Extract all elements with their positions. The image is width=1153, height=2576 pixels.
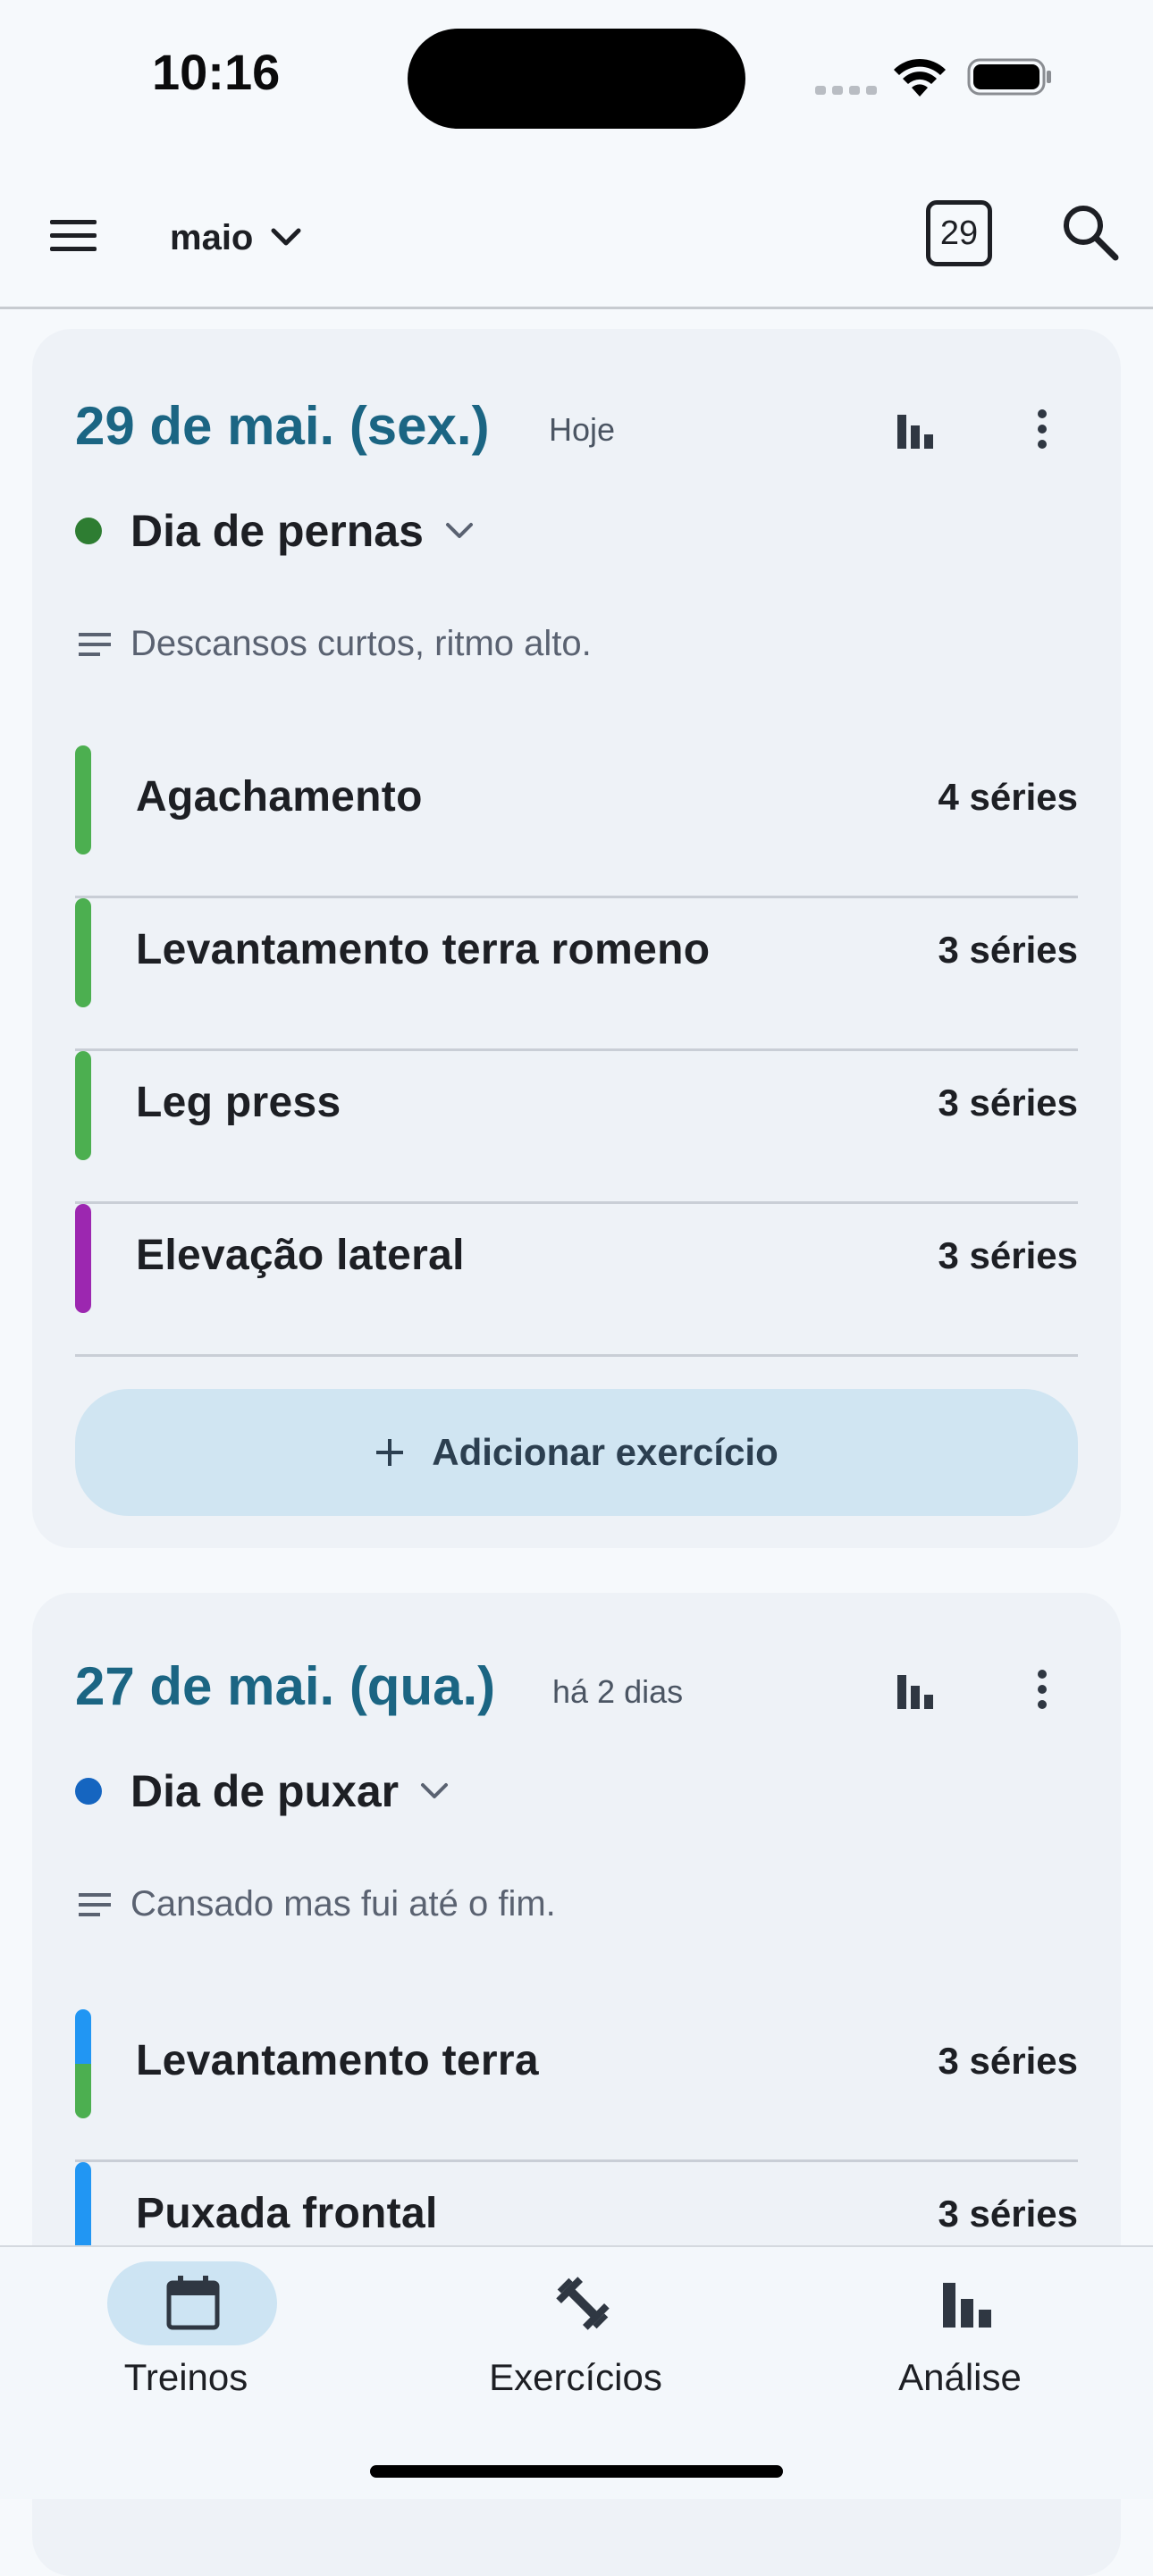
exercise-row[interactable]: Elevação lateral 3 séries: [75, 1204, 1078, 1357]
nav-label: Treinos: [123, 2356, 248, 2398]
plus-icon: [376, 1439, 404, 1466]
workout-note[interactable]: Cansado mas fui até o fim.: [77, 1884, 556, 1924]
battery-icon: [967, 58, 1051, 96]
routine-selector[interactable]: Dia de pernas: [75, 502, 474, 560]
menu-icon[interactable]: [46, 216, 100, 256]
routine-color-dot: [75, 518, 102, 544]
status-bar: 10:16: [0, 0, 1153, 152]
workout-date: 27 de mai. (qua.): [75, 1656, 496, 1716]
home-indicator[interactable]: [370, 2465, 783, 2478]
more-vert-icon[interactable]: [1035, 1669, 1049, 1710]
nav-item-treinos[interactable]: Treinos: [52, 2247, 320, 2426]
top-app-bar: maio 29: [0, 152, 1153, 309]
more-vert-icon[interactable]: [1035, 408, 1049, 450]
add-exercise-label: Adicionar exercício: [432, 1431, 778, 1473]
chevron-down-icon: [271, 228, 301, 246]
stats-icon[interactable]: [896, 1670, 935, 1709]
exercise-sets: 3 séries: [938, 1082, 1078, 1124]
routine-name: Dia de puxar: [130, 1766, 400, 1816]
exercise-sets: 3 séries: [938, 1234, 1078, 1276]
exercise-row[interactable]: Levantamento terra romeno 3 séries: [75, 898, 1078, 1051]
note-text: Descansos curtos, ritmo alto.: [130, 624, 592, 663]
notes-icon: [79, 1892, 111, 1916]
month-label: maio: [170, 217, 254, 257]
routine-selector[interactable]: Dia de puxar: [75, 1763, 449, 1820]
nav-label: Exercícios: [489, 2356, 662, 2398]
routine-color-dot: [75, 1778, 102, 1805]
workout-card[interactable]: 29 de mai. (sex.) Hoje Dia de pernas Des…: [32, 329, 1121, 1548]
dynamic-island: [408, 29, 745, 129]
today-button[interactable]: 29: [926, 200, 992, 266]
muscle-color-bar: [75, 1204, 91, 1313]
exercise-name: Puxada frontal: [136, 2190, 438, 2237]
muscle-color-bar: [75, 898, 91, 1007]
exercise-row[interactable]: Agachamento 4 séries: [75, 745, 1078, 898]
chevron-down-icon: [445, 523, 473, 538]
exercise-sets: 3 séries: [938, 2040, 1078, 2082]
muscle-color-bar: [75, 1051, 91, 1160]
exercise-name: Leg press: [136, 1079, 341, 1126]
muscle-color-bar: [75, 745, 91, 854]
status-time: 10:16: [152, 44, 281, 100]
workout-relative-date: há 2 dias: [552, 1673, 684, 1710]
workout-relative-date: Hoje: [549, 411, 616, 448]
nav-item-exercicios[interactable]: Exercícios: [442, 2247, 710, 2426]
routine-name: Dia de pernas: [130, 506, 424, 556]
wifi-icon: [894, 58, 946, 97]
dumbbell-icon: [556, 2277, 610, 2330]
search-icon[interactable]: [1060, 202, 1119, 261]
cellular-signal-icon: [815, 86, 877, 95]
month-selector[interactable]: maio: [170, 211, 301, 265]
chevron-down-icon: [421, 1783, 449, 1798]
exercise-name: Levantamento terra: [136, 2037, 539, 2084]
workout-note[interactable]: Descansos curtos, ritmo alto.: [77, 624, 592, 664]
calendar-icon: [166, 2276, 220, 2330]
note-text: Cansado mas fui até o fim.: [130, 1884, 556, 1924]
exercise-sets: 3 séries: [938, 929, 1078, 971]
stats-icon[interactable]: [896, 409, 935, 449]
exercise-sets: 3 séries: [938, 2193, 1078, 2235]
exercise-row[interactable]: Levantamento terra 3 séries: [75, 2009, 1078, 2162]
nav-label: Análise: [898, 2356, 1022, 2398]
exercise-name: Agachamento: [136, 773, 423, 821]
exercise-name: Levantamento terra romeno: [136, 926, 711, 973]
muscle-color-bar: [75, 2009, 91, 2118]
exercise-sets: 4 séries: [938, 776, 1078, 818]
exercise-name: Elevação lateral: [136, 1232, 465, 1279]
bottom-navigation: Treinos Exercícios Análise: [0, 2245, 1153, 2499]
bar-chart-icon: [943, 2283, 991, 2328]
notes-icon: [79, 632, 111, 656]
workout-date: 29 de mai. (sex.): [75, 396, 490, 456]
add-exercise-button[interactable]: Adicionar exercício: [75, 1389, 1078, 1516]
exercise-row[interactable]: Leg press 3 séries: [75, 1051, 1078, 1204]
nav-item-analise[interactable]: Análise: [826, 2247, 1094, 2426]
